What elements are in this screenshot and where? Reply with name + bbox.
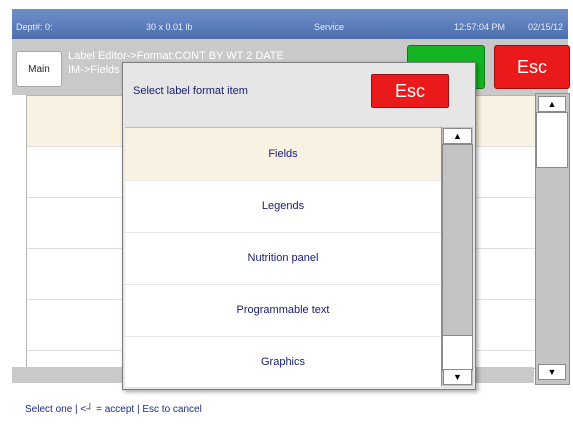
scroll-thumb[interactable] xyxy=(536,112,568,168)
scroll-thumb[interactable] xyxy=(442,335,473,371)
list-item-fields[interactable]: Fields xyxy=(125,128,441,181)
status-message: Select one | <┘ = accept | Esc to cancel xyxy=(25,404,202,415)
status-bar: Dept#: 0: 30 x 0.01 lb Service 12:57:04 … xyxy=(12,9,568,39)
list-scrollbar[interactable]: ▲ ▼ xyxy=(535,93,570,385)
list-item-programmable-text[interactable]: Programmable text xyxy=(125,284,441,337)
list-item-graphics[interactable]: Graphics xyxy=(125,336,441,387)
dept-label: Dept#: 0: xyxy=(16,22,53,32)
down-arrow-icon[interactable]: ▼ xyxy=(538,364,566,380)
time-label: 12:57:04 PM xyxy=(454,22,506,32)
list-item-legends[interactable]: Legends xyxy=(125,180,441,233)
scroll-track[interactable] xyxy=(442,144,473,336)
date-label: 02/15/12 xyxy=(528,22,564,32)
up-arrow-icon[interactable]: ▲ xyxy=(538,96,566,112)
list-item-nutrition-panel[interactable]: Nutrition panel xyxy=(125,232,441,285)
select-format-item-dialog: Select label format item Esc Fields Lege… xyxy=(122,62,476,390)
weight-readout: 30 x 0.01 lb xyxy=(146,22,193,32)
dialog-esc-button[interactable]: Esc xyxy=(371,74,449,108)
main-button[interactable]: Main xyxy=(16,51,62,87)
breadcrumb-line-1: Label Editor->Format:CONT BY WT 2 DATE xyxy=(68,50,284,62)
dialog-title: Select label format item xyxy=(133,85,248,97)
format-item-list: Fields Legends Nutrition panel Programma… xyxy=(125,127,441,387)
esc-button[interactable]: Esc xyxy=(494,45,570,89)
up-arrow-icon[interactable]: ▲ xyxy=(443,128,472,144)
down-arrow-icon[interactable]: ▼ xyxy=(443,369,472,385)
mode-label: Service xyxy=(314,22,345,32)
dialog-scrollbar[interactable]: ▲ ▼ xyxy=(441,127,473,386)
